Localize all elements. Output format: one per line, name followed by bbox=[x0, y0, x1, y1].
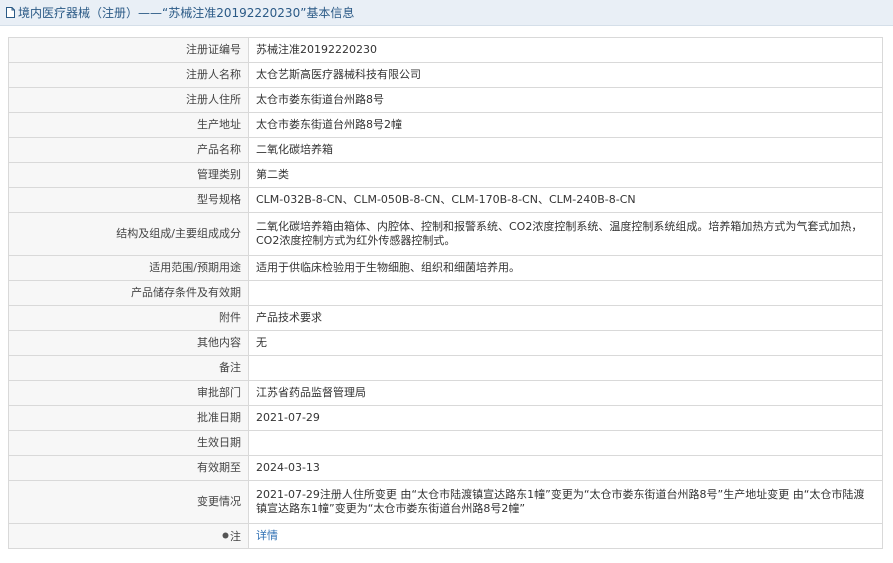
field-value: 无 bbox=[248, 330, 883, 356]
field-label: 产品储存条件及有效期 bbox=[8, 280, 249, 306]
details-link[interactable]: 详情 bbox=[256, 529, 278, 542]
field-label: 附件 bbox=[8, 305, 249, 331]
field-label: 审批部门 bbox=[8, 380, 249, 406]
note-bullet-icon bbox=[222, 529, 229, 538]
document-icon bbox=[6, 7, 15, 18]
field-label: 注册人名称 bbox=[8, 62, 249, 88]
table-row: 型号规格 CLM-032B-8-CN、CLM-050B-8-CN、CLM-170… bbox=[8, 187, 883, 213]
table-row: 注册证编号 苏械注准20192220230 bbox=[8, 37, 883, 63]
table-row: 产品储存条件及有效期 bbox=[8, 280, 883, 306]
field-label: 结构及组成/主要组成成分 bbox=[8, 212, 249, 256]
field-value: 江苏省药品监督管理局 bbox=[248, 380, 883, 406]
field-value: 太仓市娄东街道台州路8号 bbox=[248, 87, 883, 113]
table-row: 批准日期 2021-07-29 bbox=[8, 405, 883, 431]
field-value: 2021-07-29 bbox=[248, 405, 883, 431]
field-value: CLM-032B-8-CN、CLM-050B-8-CN、CLM-170B-8-C… bbox=[248, 187, 883, 213]
field-label: 型号规格 bbox=[8, 187, 249, 213]
field-value: 苏械注准20192220230 bbox=[248, 37, 883, 63]
table-row: 注册人名称 太仓艺斯高医疗器械科技有限公司 bbox=[8, 62, 883, 88]
field-label: 适用范围/预期用途 bbox=[8, 255, 249, 281]
table-row: 其他内容 无 bbox=[8, 330, 883, 356]
page-header: 境内医疗器械（注册）——“苏械注准20192220230”基本信息 bbox=[0, 0, 893, 26]
table-row: 产品名称 二氧化碳培养箱 bbox=[8, 137, 883, 163]
field-value: 产品技术要求 bbox=[248, 305, 883, 331]
table-row: 有效期至 2024-03-13 bbox=[8, 455, 883, 481]
info-table: 注册证编号 苏械注准20192220230 注册人名称 太仓艺斯高医疗器械科技有… bbox=[8, 37, 883, 549]
field-value: 太仓艺斯高医疗器械科技有限公司 bbox=[248, 62, 883, 88]
field-label: 备注 bbox=[8, 355, 249, 381]
field-value: 2021-07-29注册人住所变更 由“太仓市陆渡镇宣达路东1幢”变更为“太仓市… bbox=[248, 480, 883, 524]
field-label: 管理类别 bbox=[8, 162, 249, 188]
field-value bbox=[248, 280, 883, 306]
table-row: 备注 bbox=[8, 355, 883, 381]
table-row: 注 详情 bbox=[8, 523, 883, 549]
table-row: 管理类别 第二类 bbox=[8, 162, 883, 188]
field-label: 注册人住所 bbox=[8, 87, 249, 113]
field-value: 太仓市娄东街道台州路8号2幢 bbox=[248, 112, 883, 138]
field-value bbox=[248, 355, 883, 381]
note-value-cell: 详情 bbox=[248, 523, 883, 549]
field-label: 生效日期 bbox=[8, 430, 249, 456]
table-row: 审批部门 江苏省药品监督管理局 bbox=[8, 380, 883, 406]
field-label: 有效期至 bbox=[8, 455, 249, 481]
field-value: 二氧化碳培养箱由箱体、内腔体、控制和报警系统、CO2浓度控制系统、温度控制系统组… bbox=[248, 212, 883, 256]
note-label: 注 bbox=[230, 529, 241, 543]
field-label: 生产地址 bbox=[8, 112, 249, 138]
table-row: 生产地址 太仓市娄东街道台州路8号2幢 bbox=[8, 112, 883, 138]
field-label: 注册证编号 bbox=[8, 37, 249, 63]
field-label: 产品名称 bbox=[8, 137, 249, 163]
field-value: 第二类 bbox=[248, 162, 883, 188]
note-label-cell: 注 bbox=[8, 523, 249, 549]
table-row: 生效日期 bbox=[8, 430, 883, 456]
table-row: 注册人住所 太仓市娄东街道台州路8号 bbox=[8, 87, 883, 113]
table-row: 附件 产品技术要求 bbox=[8, 305, 883, 331]
field-value bbox=[248, 430, 883, 456]
table-row: 适用范围/预期用途 适用于供临床检验用于生物细胞、组织和细菌培养用。 bbox=[8, 255, 883, 281]
page-title: 境内医疗器械（注册）——“苏械注准20192220230”基本信息 bbox=[18, 6, 355, 20]
field-label: 批准日期 bbox=[8, 405, 249, 431]
field-label: 变更情况 bbox=[8, 480, 249, 524]
field-value: 2024-03-13 bbox=[248, 455, 883, 481]
field-value: 二氧化碳培养箱 bbox=[248, 137, 883, 163]
field-value: 适用于供临床检验用于生物细胞、组织和细菌培养用。 bbox=[248, 255, 883, 281]
table-row: 变更情况 2021-07-29注册人住所变更 由“太仓市陆渡镇宣达路东1幢”变更… bbox=[8, 480, 883, 524]
table-row: 结构及组成/主要组成成分 二氧化碳培养箱由箱体、内腔体、控制和报警系统、CO2浓… bbox=[8, 212, 883, 256]
field-label: 其他内容 bbox=[8, 330, 249, 356]
